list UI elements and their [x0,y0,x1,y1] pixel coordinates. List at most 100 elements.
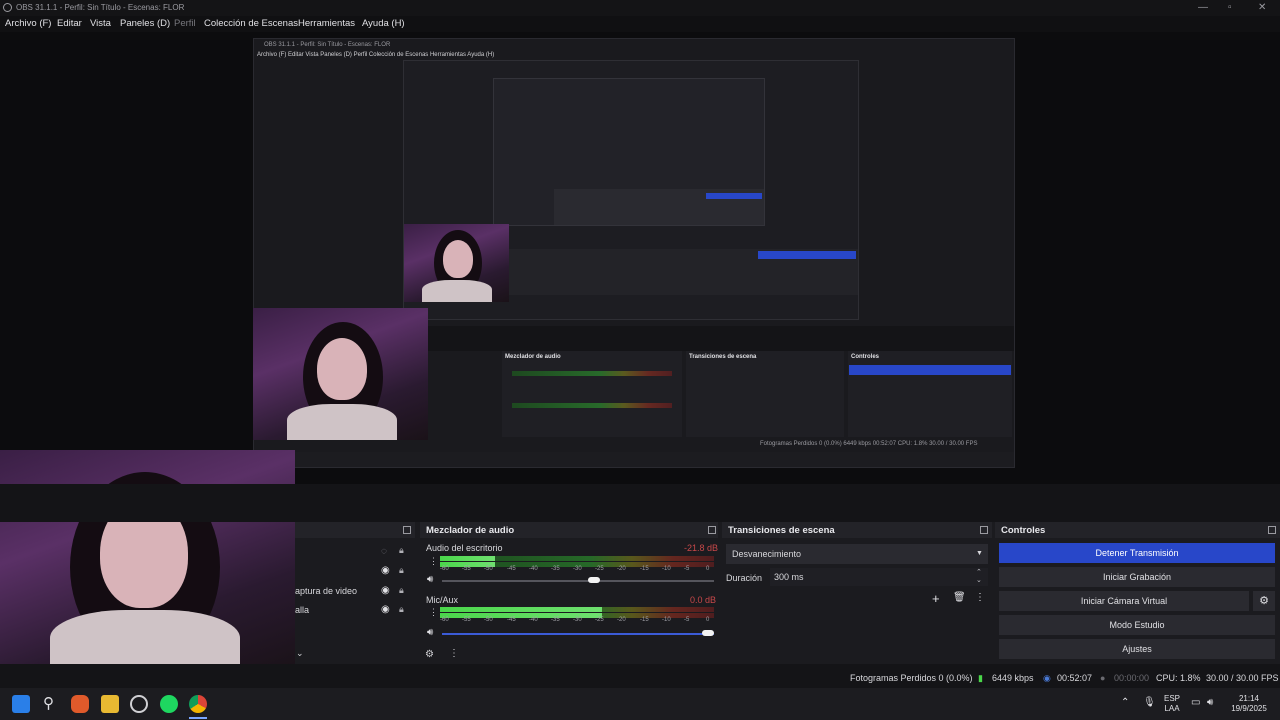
transition-select[interactable]: Desvanecimiento ▼ [726,544,988,564]
nested-transitions-panel: Transiciones de escena [686,351,844,437]
source-item[interactable]: alla [295,605,309,615]
spin-down-icon[interactable]: ⌄ [976,576,982,584]
spin-up-icon[interactable]: ⌃ [976,568,982,576]
kebab-menu-icon[interactable]: ⋮ [429,556,438,567]
duration-value: 300 ms [774,572,804,582]
webcam-nested-2 [404,224,509,302]
audio-scale-tick: -60 [440,617,449,623]
system-clock[interactable]: 21:14 19/9/2025 [1228,694,1270,714]
menu-archivo[interactable]: Archivo (F) [5,18,51,29]
nested-audio-panel: Mezclador de audio [502,351,682,437]
volume-icon[interactable]: 🔊︎ [1207,697,1213,708]
audio-scale-tick: -15 [640,617,649,623]
nested-status: Fotogramas Perdidos 0 (0.0%) 6449 kbps 0… [760,441,978,447]
spotify-icon[interactable] [160,695,178,713]
language-indicator[interactable]: ESP LAA [1160,694,1184,714]
volume-slider-fill [442,633,714,635]
virtual-camera-settings-icon[interactable]: ⚙︎ [1253,591,1275,611]
lock-icon[interactable]: 🔒︎ [399,604,404,615]
kebab-menu-icon[interactable]: ⋮ [975,592,985,603]
duration-spinbox[interactable]: 300 ms ⌃ ⌄ [770,568,988,586]
undock-icon[interactable] [403,526,411,534]
eye-icon[interactable]: ◉ [381,585,390,596]
sources-panel-header [295,522,415,538]
audio-scale-tick: -55 [462,617,471,623]
menu-paneles[interactable]: Paneles (D) [120,18,170,29]
active-app-indicator [189,717,207,719]
source-item[interactable]: aptura de video [295,586,357,596]
nested-trans-title: Transiciones de escena [689,354,757,360]
audio-scale-tick: -30 [573,566,582,572]
maximize-icon[interactable]: ▫ [1228,2,1232,13]
menu-herramientas[interactable]: Herramientas [298,18,355,29]
volume-slider-handle[interactable] [588,577,600,583]
eye-icon[interactable]: ◉ [381,565,390,576]
undock-icon[interactable] [1268,526,1276,534]
kebab-menu-icon[interactable]: ⋮ [449,648,459,659]
monitor-icon[interactable]: ▭ [1191,697,1200,708]
undock-icon[interactable] [980,526,988,534]
audio-meter-level [440,556,495,561]
chevron-down-icon[interactable]: ⌄ [296,648,304,659]
obs-taskbar-icon[interactable] [130,695,148,713]
nested3-stop-stream [706,193,762,199]
audio-scale: -60 -55 -50 -45 -40 -35 -30 -25 -20 -15 -10 -5 0 [440,566,714,575]
nested-title: OBS 31.1.1 - Perfil: Sin Título - Escena… [264,42,391,48]
controls-header: Controles [995,522,1280,538]
menu-vista[interactable]: Vista [90,18,111,29]
signal-icon: ▮ [978,673,983,683]
minimize-icon[interactable]: — [1198,2,1208,13]
start-recording-button[interactable]: Iniciar Grabación [999,567,1275,587]
audio-scale-tick: -10 [662,566,671,572]
stream-icon: ◉ [1043,673,1051,683]
undock-icon[interactable] [708,526,716,534]
lock-icon[interactable]: 🔒︎ [399,565,404,576]
brave-browser-icon[interactable] [71,695,89,713]
fps: 30.00 / 30.00 FPS [1206,673,1279,683]
audio-scale-tick: -55 [462,566,471,572]
stop-stream-button[interactable]: Detener Transmisión [999,543,1275,563]
cpu-usage: CPU: 1.8% [1156,673,1201,683]
start-virtual-camera-button[interactable]: Iniciar Cámara Virtual [999,591,1249,611]
volume-slider-track [442,580,714,582]
audio-meter-level [440,607,602,612]
windows-start-icon[interactable] [12,695,30,713]
menu-editar[interactable]: Editar [57,18,82,29]
add-icon[interactable]: + [932,591,940,606]
gear-icon[interactable]: ⚙︎ [425,649,434,660]
audio-scale-tick: -35 [551,617,560,623]
menu-perfil[interactable]: Perfil [174,18,196,29]
search-icon[interactable]: ⚲ [43,694,54,712]
audio-scale-tick: -30 [573,617,582,623]
studio-mode-button[interactable]: Modo Estudio [999,615,1275,635]
audio-scale-tick: -45 [507,617,516,623]
chevron-up-icon[interactable]: ⌃ [1121,697,1129,708]
menu-coleccion-escenas[interactable]: Colección de Escenas [204,18,298,29]
audio-mixer-header: Mezclador de audio [420,522,718,538]
file-explorer-icon[interactable] [101,695,119,713]
eye-icon[interactable]: ◉ [381,604,390,615]
audio-scale-tick: -50 [484,617,493,623]
audio-scale-tick: -25 [595,617,604,623]
hidden-eye-icon[interactable]: ◌ [381,546,387,557]
microphone-icon[interactable]: 🎙︎ [1143,697,1156,708]
audio-scale-tick: -15 [640,566,649,572]
volume-slider-handle[interactable] [702,630,714,636]
lock-icon[interactable]: 🔒︎ [399,585,404,596]
status-bar: Fotogramas Perdidos 0 (0.0%) ▮ 6449 kbps… [0,664,1280,688]
kebab-menu-icon[interactable]: ⋮ [429,607,438,618]
controls-title: Controles [1001,525,1046,536]
chrome-icon[interactable] [189,695,207,713]
speaker-icon[interactable]: 🔊︎ [427,627,433,638]
nested-stop-stream [849,365,1011,375]
close-icon[interactable]: ✕ [1258,2,1266,13]
menu-ayuda[interactable]: Ayuda (H) [362,18,405,29]
transitions-header: Transiciones de escena [722,522,992,538]
trash-icon[interactable]: 🗑︎ [953,592,966,603]
speaker-icon[interactable]: 🔊︎ [427,574,433,585]
settings-button[interactable]: Ajustes [999,639,1275,659]
nested-meter-2 [512,403,672,408]
audio-scale-tick: -50 [484,566,493,572]
audio-scale: -60 -55 -50 -45 -40 -35 -30 -25 -20 -15 -10 -5 0 [440,617,714,626]
lock-icon[interactable]: 🔒︎ [399,545,404,556]
